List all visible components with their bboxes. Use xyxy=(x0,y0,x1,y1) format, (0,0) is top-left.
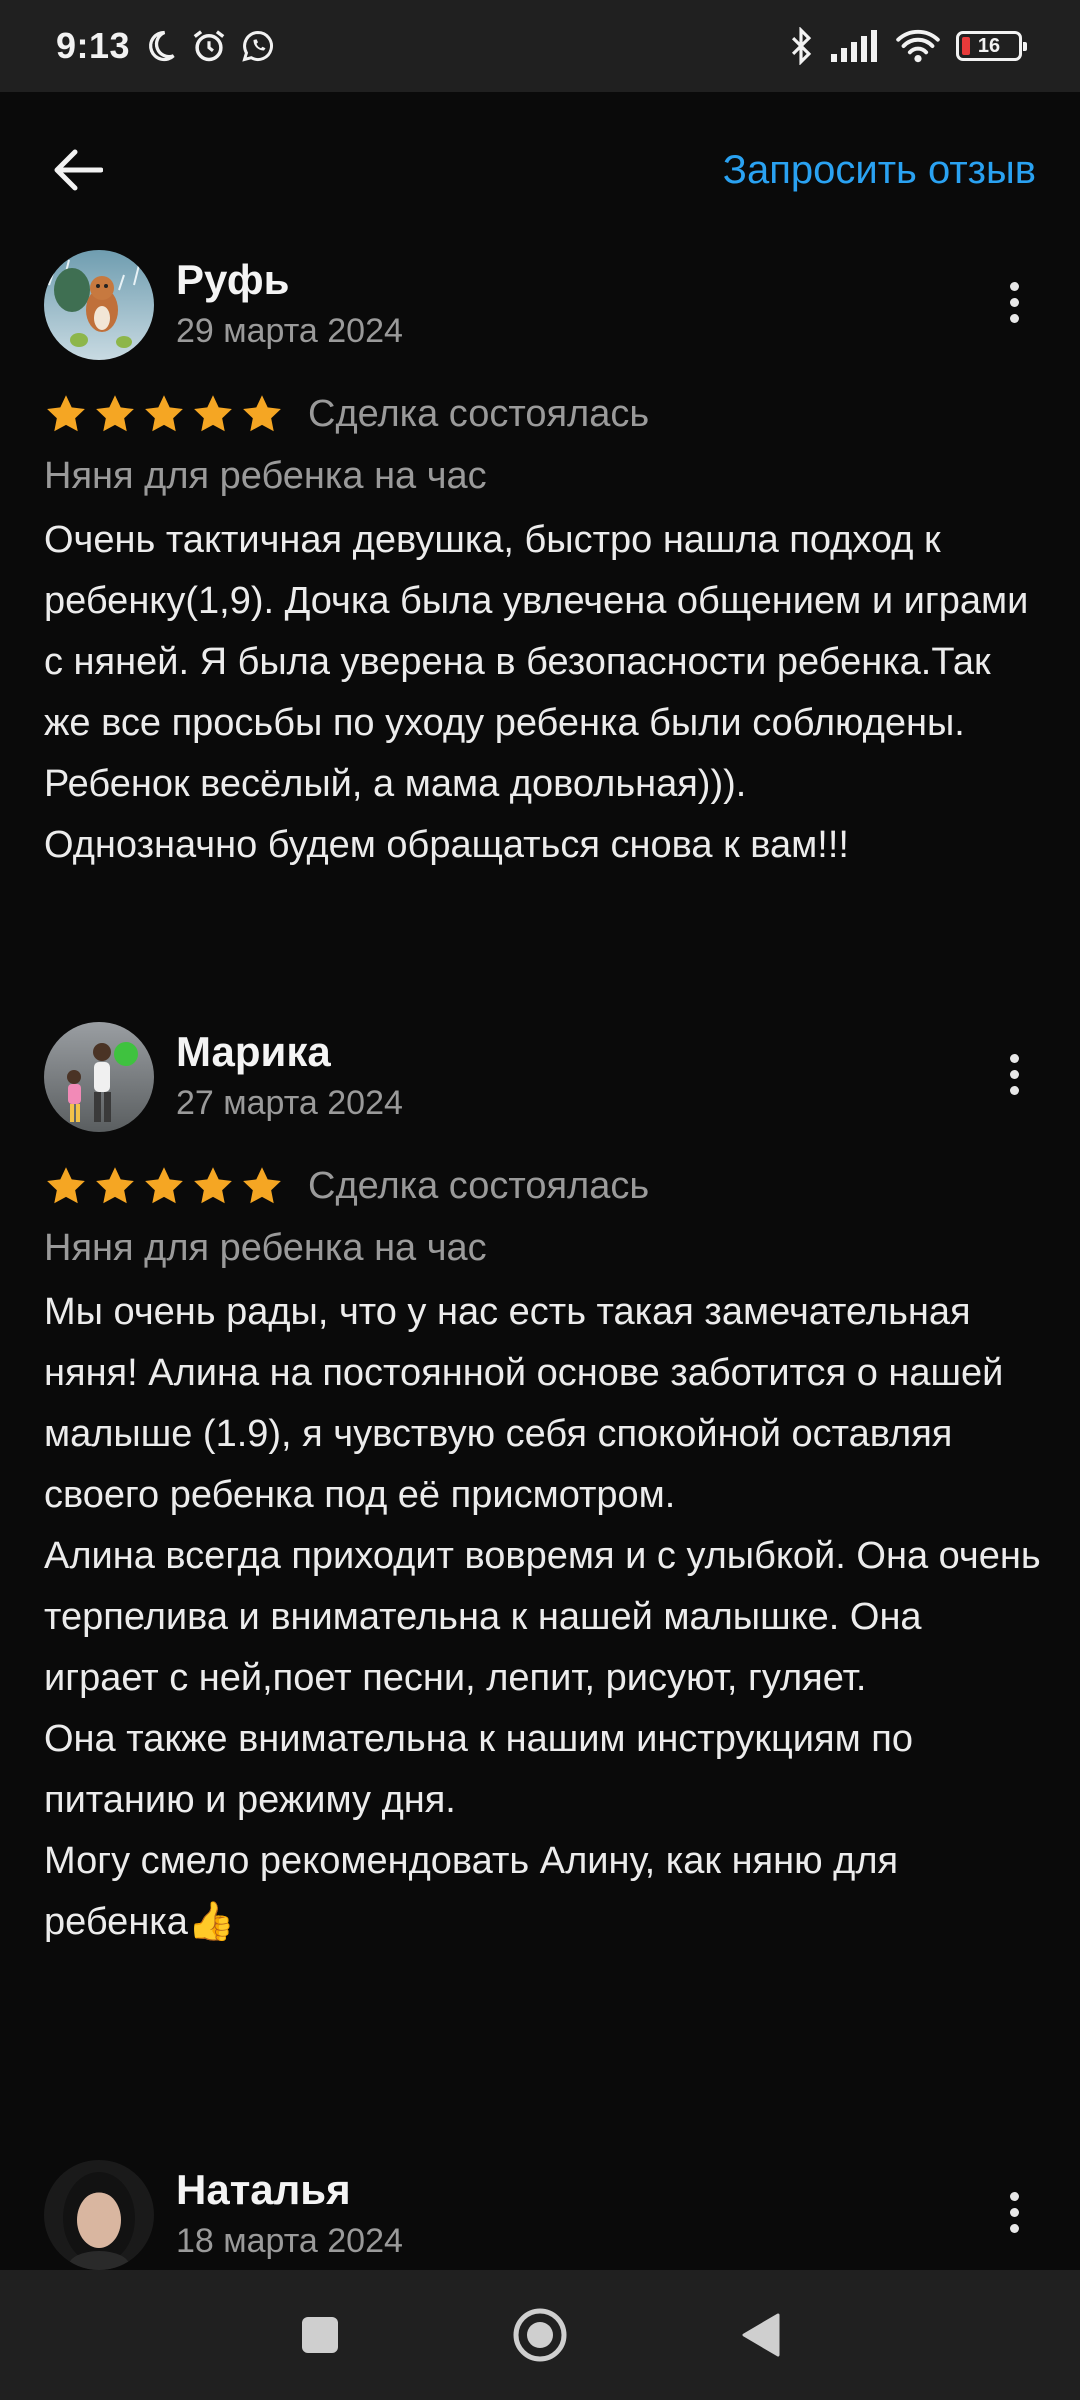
more-options-button[interactable] xyxy=(984,2182,1044,2242)
home-circle-icon xyxy=(513,2308,567,2362)
battery-text: 16 xyxy=(977,34,1001,57)
rating-row: Сделка состоялась xyxy=(44,1158,1044,1214)
system-nav-bar xyxy=(0,2270,1080,2400)
star-rating xyxy=(44,392,284,436)
star-icon xyxy=(96,395,134,432)
author-name: Наталья xyxy=(176,2166,351,2213)
star-icon xyxy=(145,395,183,432)
review-card: Наталья 18 марта 2024 xyxy=(44,2160,1044,2272)
deal-status: Сделка состоялась xyxy=(308,392,650,435)
battery-level-fill xyxy=(962,37,970,55)
wifi-icon xyxy=(896,28,940,64)
deal-status: Сделка состоялась xyxy=(308,1164,650,1207)
whatsapp-icon xyxy=(240,28,276,64)
review-header: Руфь 29 марта 2024 xyxy=(44,250,1044,362)
back-triangle-icon xyxy=(742,2313,780,2357)
avatar[interactable] xyxy=(44,2160,154,2270)
avatar[interactable] xyxy=(44,250,154,360)
star-icon xyxy=(47,395,85,432)
star-icon xyxy=(194,395,232,432)
review-card: Руфь 29 марта 2024 Сделка состоялась Нян… xyxy=(44,250,1044,876)
author-name: Руфь xyxy=(176,256,290,303)
status-bar: 9:13 16 xyxy=(0,0,1080,92)
recents-square-icon xyxy=(302,2317,338,2353)
review-text: Очень тактичная девушка, быстро нашла по… xyxy=(44,519,1029,866)
author-name: Марика xyxy=(176,1028,331,1075)
star-icon xyxy=(243,1167,281,1204)
back-nav-button[interactable] xyxy=(730,2305,790,2365)
bluetooth-icon xyxy=(788,27,814,65)
avatar[interactable] xyxy=(44,1022,154,1132)
battery-icon: 16 xyxy=(956,31,1027,61)
alarm-icon xyxy=(190,27,228,65)
review-date: 27 марта 2024 xyxy=(176,1084,403,1122)
review-date: 18 марта 2024 xyxy=(176,2222,403,2260)
star-icon xyxy=(96,1167,134,1204)
review-header: Наталья 18 марта 2024 xyxy=(44,2160,1044,2272)
review-date: 29 марта 2024 xyxy=(176,312,403,350)
arrow-left-icon xyxy=(54,149,103,191)
request-review-link[interactable]: Запросить отзыв xyxy=(723,148,1036,193)
more-options-button[interactable] xyxy=(984,1044,1044,1104)
star-icon xyxy=(145,1167,183,1204)
review-text: Мы очень рады, что у нас есть такая заме… xyxy=(44,1291,1041,1943)
status-left: 9:13 xyxy=(56,25,276,67)
star-rating xyxy=(44,1164,284,1208)
star-icon xyxy=(194,1167,232,1204)
more-options-button[interactable] xyxy=(984,272,1044,332)
top-bar: Запросить отзыв xyxy=(0,92,1080,248)
status-right: 16 xyxy=(788,27,1027,65)
review-header: Марика 27 марта 2024 xyxy=(44,1022,1044,1134)
service-name: Няня для ребенка на час xyxy=(44,1227,487,1269)
signal-icon xyxy=(830,30,880,62)
status-time: 9:13 xyxy=(56,25,131,66)
review-card: Марика 27 марта 2024 Сделка состоялась Н… xyxy=(44,1022,1044,1953)
back-button[interactable] xyxy=(48,140,108,200)
star-icon xyxy=(47,1167,85,1204)
home-button[interactable] xyxy=(510,2305,570,2365)
star-icon xyxy=(243,395,281,432)
service-name: Няня для ребенка на час xyxy=(44,455,487,497)
moon-icon xyxy=(142,28,178,64)
recents-button[interactable] xyxy=(290,2305,350,2365)
rating-row: Сделка состоялась xyxy=(44,386,1044,442)
